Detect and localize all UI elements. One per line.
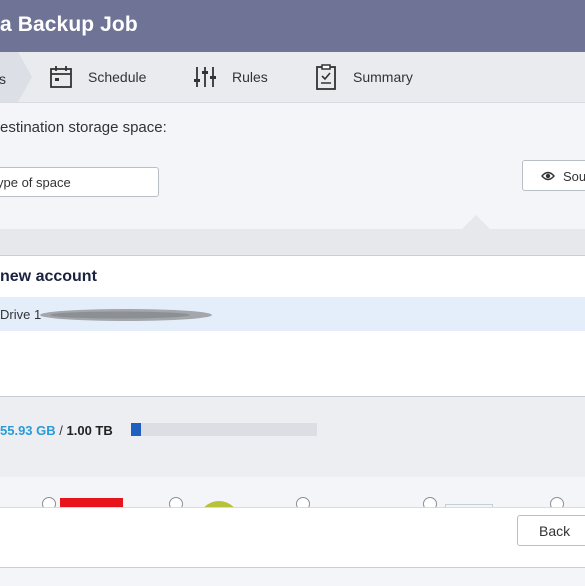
wizard-steps: s Schedule Rules Summary [0, 52, 585, 103]
clipboard-icon [313, 64, 339, 90]
option-radio-3[interactable] [296, 497, 310, 507]
new-account-header[interactable]: new account [0, 268, 97, 286]
storage-bar-fill [131, 423, 141, 436]
option-radio-2[interactable] [169, 497, 183, 507]
step-summary-label: Summary [353, 69, 413, 85]
step-schedule[interactable]: Schedule [48, 52, 146, 102]
destination-section: estination storage space: ype of space S… [0, 103, 585, 229]
account-row-selected[interactable]: Drive 1 [0, 297, 585, 331]
option-radio-1[interactable] [42, 497, 56, 507]
storage-usage: 55.93 GB / 1.00 TB [0, 397, 585, 477]
storage-text: 55.93 GB / 1.00 TB [0, 423, 113, 438]
redacted-email [40, 309, 212, 321]
eye-icon [541, 171, 555, 181]
back-button[interactable]: Back [517, 515, 585, 546]
back-button-label: Back [539, 523, 571, 539]
space-type-select[interactable]: ype of space [0, 167, 159, 197]
window-title: a Backup Job [0, 13, 138, 36]
storage-separator: / [55, 423, 67, 438]
step-destination-label: s [0, 71, 6, 87]
destination-prompt: estination storage space: [0, 119, 167, 136]
option-logo-red [60, 498, 123, 507]
step-arrow-icon [18, 52, 32, 102]
storage-bar [131, 423, 317, 436]
space-type-options [0, 477, 585, 507]
calendar-icon [48, 64, 74, 90]
option-radio-4[interactable] [423, 497, 437, 507]
source-button-label: Sou [563, 169, 585, 184]
option-radio-5[interactable] [550, 497, 564, 507]
step-destination[interactable]: s [0, 52, 18, 102]
storage-used: 55.93 GB [0, 423, 56, 438]
window-bottom-edge [0, 567, 585, 586]
account-list: new account Drive 1 [0, 255, 585, 397]
popover-pointer [462, 215, 490, 229]
step-rules[interactable]: Rules [192, 52, 268, 102]
source-button[interactable]: Sou [522, 160, 585, 191]
space-type-value: ype of space [0, 175, 71, 190]
title-bar: a Backup Job [0, 0, 585, 52]
dialog-footer: Back [0, 507, 585, 568]
divider-band [0, 229, 585, 255]
step-summary[interactable]: Summary [313, 52, 413, 102]
storage-total: 1.00 TB [66, 423, 113, 438]
account-name: Drive 1 [0, 307, 42, 322]
step-schedule-label: Schedule [88, 69, 147, 85]
sliders-icon [192, 64, 218, 90]
step-rules-label: Rules [232, 69, 268, 85]
